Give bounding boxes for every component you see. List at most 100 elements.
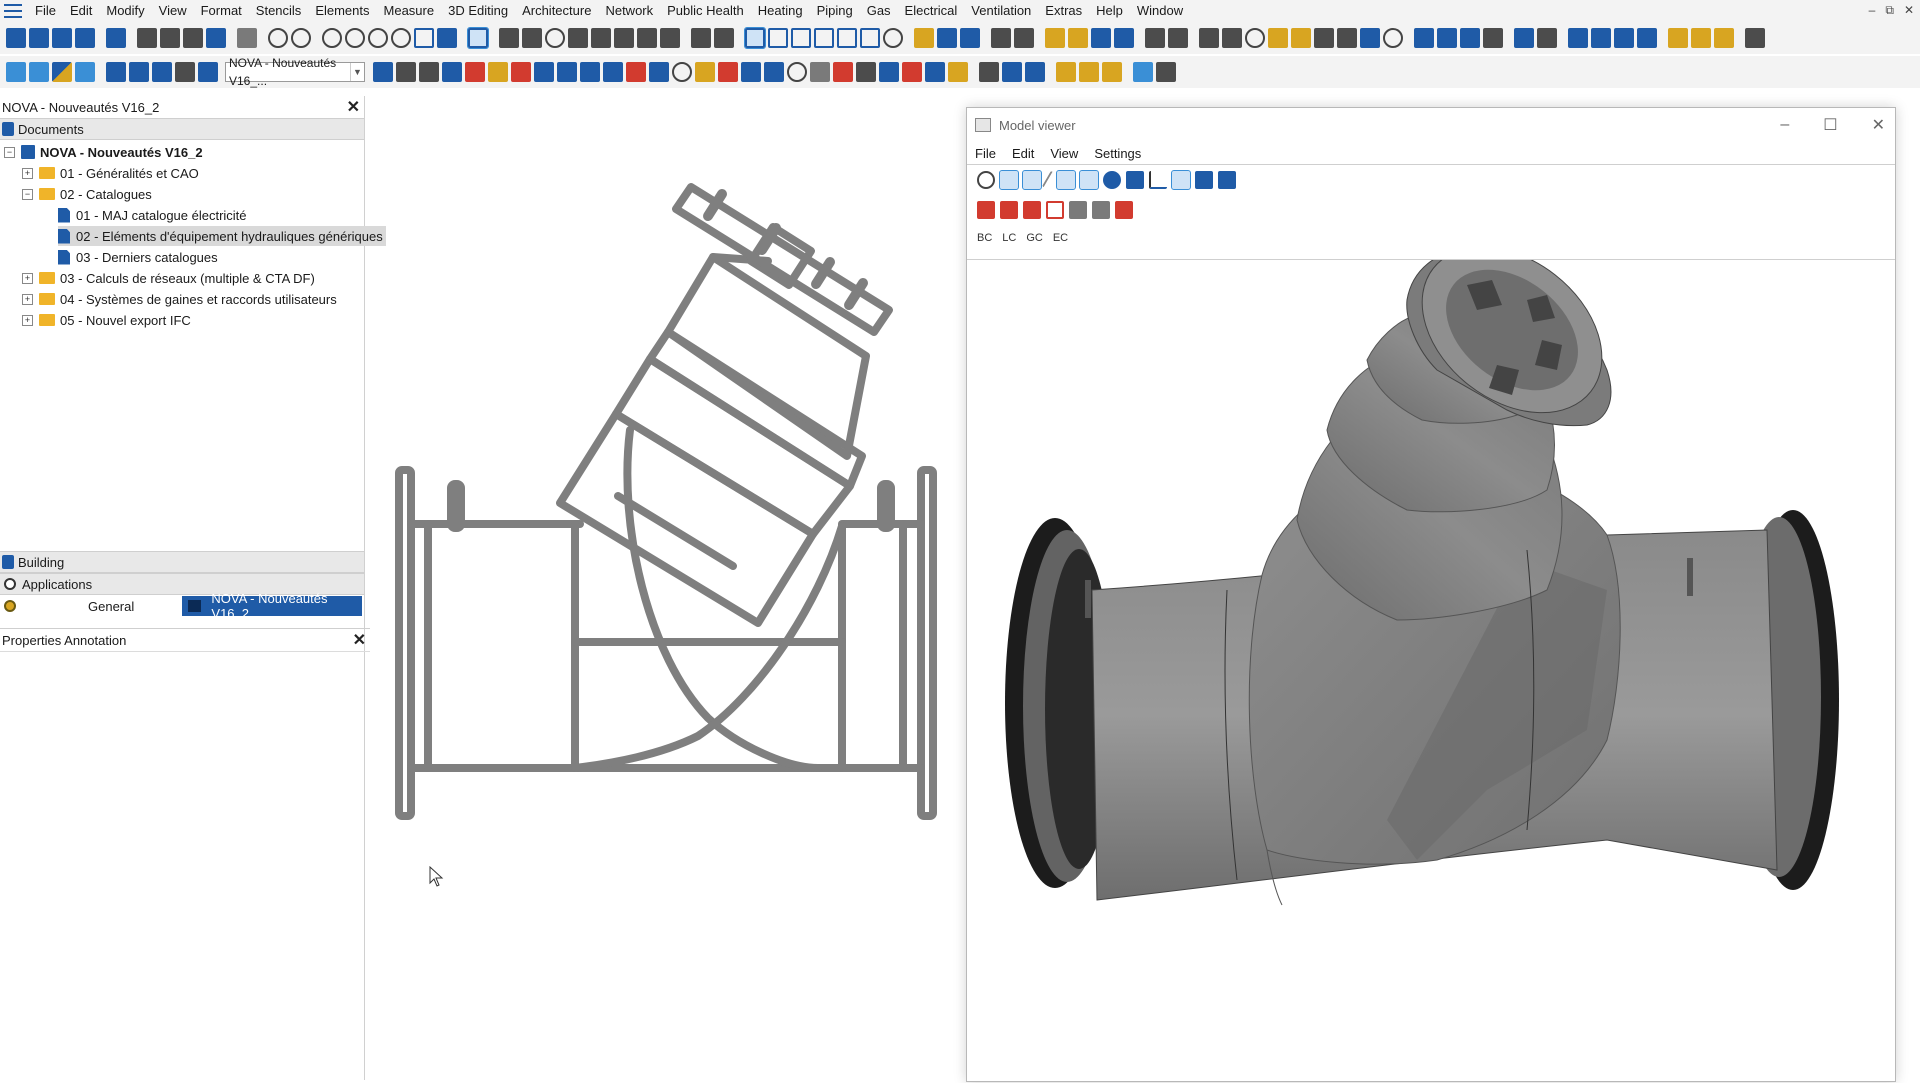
lc-button[interactable]: LC [1002, 232, 1016, 244]
close-icon[interactable]: ✕ [1904, 3, 1914, 18]
tree-node-03[interactable]: + 03 - Calculs de réseaux (multiple & CT… [22, 268, 315, 288]
zoom-fit-icon[interactable] [391, 28, 411, 48]
cloud-icon[interactable] [649, 62, 669, 82]
cross-icon[interactable] [1337, 28, 1357, 48]
menu-format[interactable]: Format [194, 0, 249, 22]
snap-point-icon[interactable] [1268, 28, 1288, 48]
menu-architecture[interactable]: Architecture [515, 0, 598, 22]
folder-icon[interactable] [106, 62, 126, 82]
menu-heating[interactable]: Heating [751, 0, 810, 22]
light-icon[interactable] [999, 170, 1019, 190]
select-fence-icon[interactable] [837, 28, 857, 48]
sheet-icon[interactable] [6, 62, 26, 82]
scale-icon[interactable] [591, 28, 611, 48]
redo-icon[interactable] [291, 28, 311, 48]
menu-ventilation[interactable]: Ventilation [964, 0, 1038, 22]
box-icon[interactable] [1126, 171, 1144, 189]
bc-button[interactable]: BC [977, 232, 992, 244]
menu-measure[interactable]: Measure [377, 0, 442, 22]
radiator-icon[interactable] [718, 62, 738, 82]
menu-help[interactable]: Help [1089, 0, 1130, 22]
shading-icon[interactable] [1022, 170, 1042, 190]
cycle-icon[interactable] [787, 62, 807, 82]
3d-object-icon[interactable] [1114, 28, 1134, 48]
ec-button[interactable]: EC [1053, 232, 1068, 244]
close-icon[interactable]: ✕ [1872, 115, 1885, 135]
expand-icon[interactable]: + [22, 272, 33, 284]
clipboard-icon[interactable] [206, 28, 226, 48]
target-icon[interactable] [672, 62, 692, 82]
highlight-icon[interactable] [914, 28, 934, 48]
swap-icon[interactable] [741, 62, 761, 82]
layer-up-icon[interactable] [1045, 28, 1065, 48]
move-icon[interactable] [499, 28, 519, 48]
text-format-icon[interactable] [1637, 28, 1657, 48]
view-side-icon[interactable] [1460, 28, 1480, 48]
report-icon[interactable] [1156, 62, 1176, 82]
close-icon[interactable]: ✕ [353, 630, 366, 650]
cylinder-icon[interactable] [979, 62, 999, 82]
export-icon[interactable] [1056, 62, 1076, 82]
open-icon[interactable] [29, 28, 49, 48]
close-icon[interactable]: ✕ [347, 97, 360, 117]
tree-node-04[interactable]: + 04 - Systèmes de gaines et raccords ut… [22, 289, 337, 309]
viewer-menu-edit[interactable]: Edit [1004, 146, 1042, 161]
menu-edit[interactable]: Edit [63, 0, 99, 22]
pump-icon[interactable] [396, 62, 416, 82]
save-as-icon[interactable] [75, 28, 95, 48]
restore-icon[interactable]: ⧉ [1885, 3, 1894, 18]
page-icon[interactable] [437, 28, 457, 48]
folder-open-icon[interactable] [129, 62, 149, 82]
chevron-down-icon[interactable]: ▼ [349, 63, 364, 81]
hamburger-menu-icon[interactable] [4, 4, 22, 18]
select-all-icon[interactable] [860, 28, 880, 48]
grid-icon[interactable] [991, 28, 1011, 48]
toolbox-icon[interactable] [977, 201, 995, 219]
cut-icon[interactable] [137, 28, 157, 48]
arc-icon[interactable] [614, 28, 634, 48]
gas-icon[interactable] [1002, 62, 1022, 82]
tree-node-02[interactable]: − 02 - Catalogues [22, 184, 152, 204]
menu-piping[interactable]: Piping [810, 0, 860, 22]
viewer-menu-file[interactable]: File [967, 146, 1004, 161]
tiles-icon[interactable] [1537, 28, 1557, 48]
window-icon[interactable] [1133, 62, 1153, 82]
layers-icon[interactable] [1068, 28, 1088, 48]
alarm-icon[interactable] [902, 62, 922, 82]
format-painter-icon[interactable] [714, 28, 734, 48]
expand-icon[interactable]: + [22, 314, 33, 326]
chart-icon[interactable] [833, 62, 853, 82]
pan-icon[interactable] [522, 28, 542, 48]
layer-icon[interactable] [237, 28, 257, 48]
menu-file[interactable]: File [28, 0, 63, 22]
drop-icon[interactable] [603, 62, 623, 82]
flame-icon[interactable] [948, 62, 968, 82]
drawing-canvas[interactable] [368, 96, 964, 1080]
select-icon[interactable] [744, 27, 766, 49]
folder-save-icon[interactable] [152, 62, 172, 82]
fan-icon[interactable] [810, 62, 830, 82]
eraser-icon[interactable] [960, 28, 980, 48]
tree-node-05[interactable]: + 05 - Nouvel export IFC [22, 310, 191, 330]
document-nav-icon[interactable] [198, 62, 218, 82]
camera-icon[interactable] [1218, 171, 1236, 189]
xy-coordinate-icon[interactable] [1314, 28, 1334, 48]
sheet-list-icon[interactable] [75, 62, 95, 82]
network-icon[interactable] [764, 62, 784, 82]
pointer-icon[interactable] [937, 28, 957, 48]
select-polygon-icon[interactable] [814, 28, 834, 48]
snap-center-icon[interactable] [1245, 28, 1265, 48]
filter-icon[interactable] [883, 28, 903, 48]
intersect-icon[interactable] [1222, 28, 1242, 48]
boiler-icon[interactable] [419, 62, 439, 82]
zoom-in-icon[interactable] [322, 28, 342, 48]
line-style-icon[interactable] [467, 27, 489, 49]
new-icon[interactable] [6, 28, 26, 48]
axes-icon[interactable] [1149, 171, 1167, 189]
thermometer-icon[interactable] [511, 62, 531, 82]
grid-view-icon[interactable] [1514, 28, 1534, 48]
symbol-edit-icon[interactable] [1691, 28, 1711, 48]
snowflake-icon[interactable] [557, 62, 577, 82]
collapse-icon[interactable]: − [4, 146, 15, 158]
heater-icon[interactable] [465, 62, 485, 82]
